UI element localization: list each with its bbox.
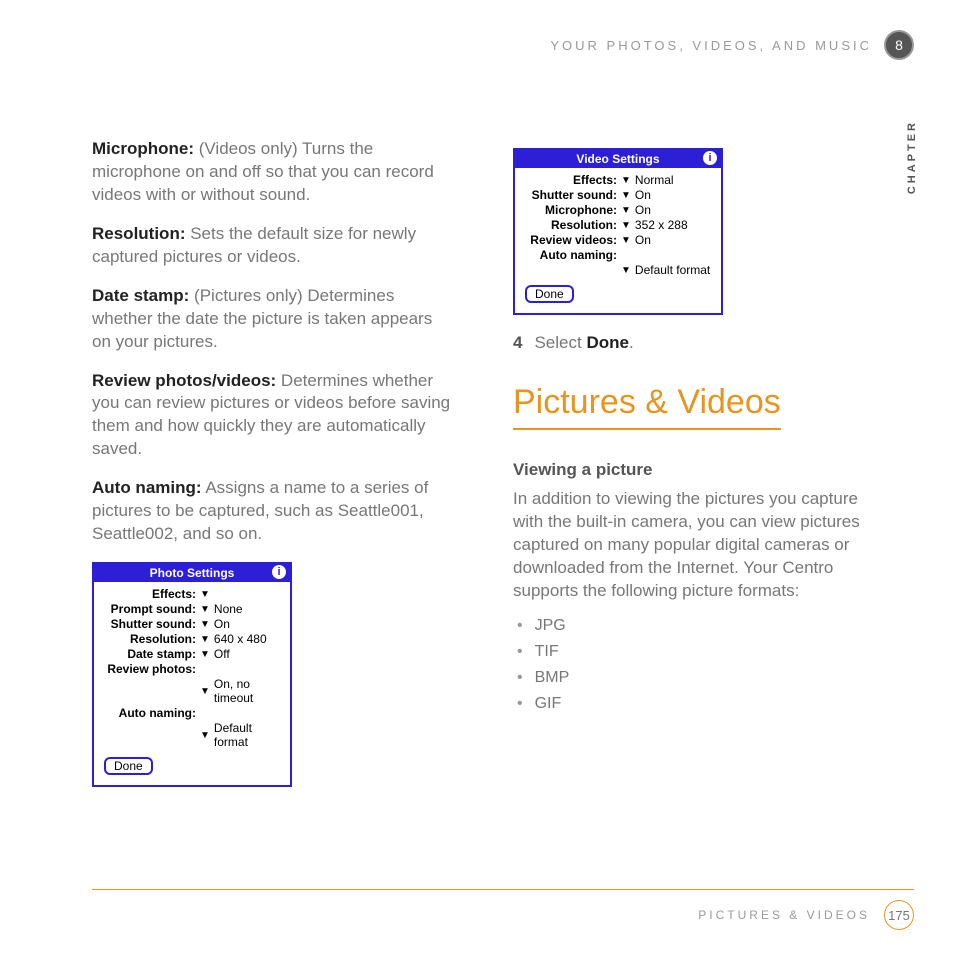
chevron-down-icon: ▼ <box>621 265 631 276</box>
row-effects[interactable]: Effects:▼ <box>100 587 284 601</box>
row-resolution[interactable]: Resolution:▼640 x 480 <box>100 632 284 646</box>
list-item: JPG <box>517 617 874 635</box>
row-shutter[interactable]: Shutter sound:▼On <box>100 617 284 631</box>
chevron-down-icon: ▼ <box>200 589 210 600</box>
section-body: In addition to viewing the pictures you … <box>513 488 874 603</box>
chevron-down-icon: ▼ <box>621 205 631 216</box>
video-settings-panel: Video Settings i Effects:▼Normal Shutter… <box>513 148 723 315</box>
chapter-badge: 8 <box>884 30 914 60</box>
row-prompt-sound[interactable]: Prompt sound:▼None <box>100 602 284 616</box>
row-auto-naming: Auto naming: <box>100 706 284 720</box>
row-date-stamp[interactable]: Date stamp:▼Off <box>100 647 284 661</box>
content-columns: Microphone: (Videos only) Turns the micr… <box>92 138 874 787</box>
row-v-res[interactable]: Resolution:▼352 x 288 <box>521 218 715 232</box>
list-item: TIF <box>517 643 874 661</box>
row-auto-value[interactable]: ▼Default format <box>100 721 284 749</box>
right-column: Video Settings i Effects:▼Normal Shutter… <box>513 138 874 787</box>
list-item: BMP <box>517 669 874 687</box>
para-review: Review photos/videos: Determines whether… <box>92 370 453 462</box>
done-button[interactable]: Done <box>525 285 574 303</box>
row-v-auto: Auto naming: <box>521 248 715 262</box>
chevron-down-icon: ▼ <box>200 604 210 615</box>
page-header: YOUR PHOTOS, VIDEOS, AND MUSIC 8 <box>550 30 914 60</box>
section-title: Pictures & Videos <box>513 383 781 430</box>
row-v-mic[interactable]: Microphone:▼On <box>521 203 715 217</box>
para-microphone: Microphone: (Videos only) Turns the micr… <box>92 138 453 207</box>
video-settings-title: Video Settings i <box>515 150 721 168</box>
info-icon[interactable]: i <box>703 151 717 165</box>
row-v-review[interactable]: Review videos:▼On <box>521 233 715 247</box>
row-v-effects[interactable]: Effects:▼Normal <box>521 173 715 187</box>
subheading: Viewing a picture <box>513 460 874 480</box>
done-button[interactable]: Done <box>104 757 153 775</box>
chevron-down-icon: ▼ <box>200 634 210 645</box>
header-title: YOUR PHOTOS, VIDEOS, AND MUSIC <box>550 38 872 53</box>
list-item: GIF <box>517 695 874 713</box>
chevron-down-icon: ▼ <box>621 220 631 231</box>
photo-settings-panel: Photo Settings i Effects:▼ Prompt sound:… <box>92 562 292 787</box>
chevron-down-icon: ▼ <box>621 235 631 246</box>
left-column: Microphone: (Videos only) Turns the micr… <box>92 138 453 787</box>
formats-list: JPG TIF BMP GIF <box>513 617 874 713</box>
step-number: 4 <box>513 333 522 353</box>
chevron-down-icon: ▼ <box>200 649 210 660</box>
chevron-down-icon: ▼ <box>621 190 631 201</box>
page-footer: PICTURES & VIDEOS 175 <box>92 889 914 930</box>
page-number: 175 <box>884 900 914 930</box>
para-auto-naming: Auto naming: Assigns a name to a series … <box>92 477 453 546</box>
para-resolution: Resolution: Sets the default size for ne… <box>92 223 453 269</box>
footer-title: PICTURES & VIDEOS <box>698 908 870 922</box>
chevron-down-icon: ▼ <box>200 619 210 630</box>
row-review-photos: Review photos: <box>100 662 284 676</box>
row-v-auto-value[interactable]: ▼Default format <box>521 263 715 277</box>
step-4: 4 Select Done. <box>513 333 874 353</box>
chevron-down-icon: ▼ <box>200 686 210 697</box>
info-icon[interactable]: i <box>272 565 286 579</box>
para-date-stamp: Date stamp: (Pictures only) Determines w… <box>92 285 453 354</box>
row-v-shutter[interactable]: Shutter sound:▼On <box>521 188 715 202</box>
row-review-value[interactable]: ▼On, no timeout <box>100 677 284 705</box>
chevron-down-icon: ▼ <box>200 730 210 741</box>
chapter-side-label: CHAPTER <box>906 120 918 194</box>
chevron-down-icon: ▼ <box>621 175 631 186</box>
photo-settings-title: Photo Settings i <box>94 564 290 582</box>
